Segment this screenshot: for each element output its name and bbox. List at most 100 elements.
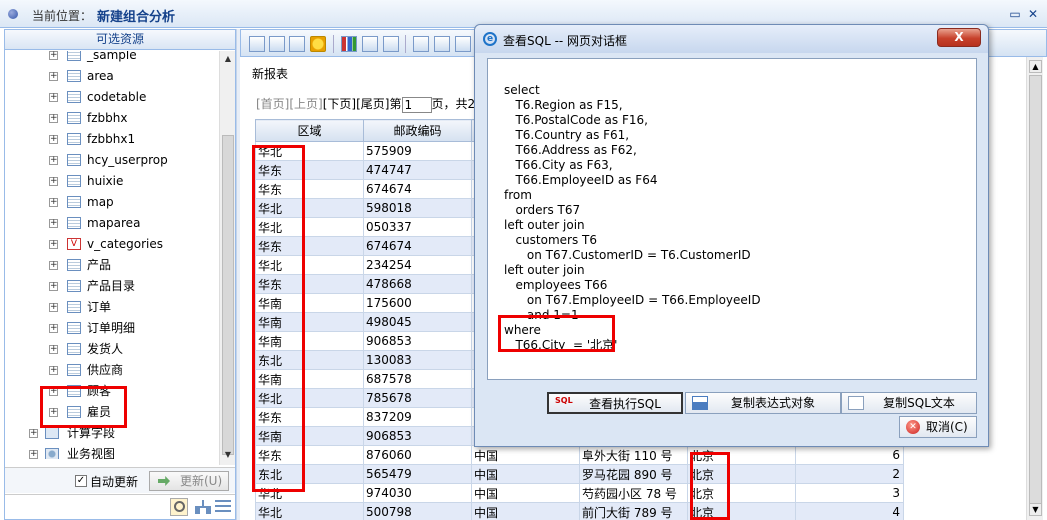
column-header[interactable]: 邮政编码 bbox=[363, 119, 472, 142]
table-cell: 974030 bbox=[363, 483, 472, 503]
scroll-thumb[interactable] bbox=[1029, 75, 1042, 505]
location-value: 新建组合分析 bbox=[97, 10, 176, 25]
sql-line: T66.EmployeeID as F64 bbox=[504, 173, 658, 187]
expand-icon[interactable]: + bbox=[49, 72, 58, 81]
sql-line: select bbox=[504, 83, 540, 97]
tree-view-icon[interactable] bbox=[195, 500, 211, 514]
tree-item-label: 业务视图 bbox=[67, 447, 116, 459]
tree-item[interactable]: + Vv_categories bbox=[5, 234, 219, 255]
scroll-thumb[interactable] bbox=[222, 135, 234, 455]
table-icon bbox=[67, 364, 81, 376]
scroll-down-icon[interactable]: ▼ bbox=[1029, 503, 1042, 516]
sql-icon[interactable] bbox=[455, 36, 471, 52]
view-executed-sql-label: 查看执行SQL bbox=[589, 397, 661, 411]
expand-icon[interactable]: + bbox=[49, 156, 58, 165]
last-page-link[interactable]: [尾页] bbox=[356, 97, 389, 111]
table-icon bbox=[67, 343, 81, 355]
left-footer: ✓ 自动更新 更新(U) bbox=[5, 467, 235, 493]
table-cell: 575909 bbox=[363, 141, 472, 161]
expand-icon[interactable]: + bbox=[49, 366, 58, 375]
expand-icon[interactable]: + bbox=[49, 282, 58, 291]
dialog-close-button[interactable]: X bbox=[937, 28, 981, 47]
expand-icon[interactable]: + bbox=[49, 324, 58, 333]
tree-item[interactable]: + 供应商 bbox=[5, 360, 219, 381]
table-row[interactable]: 东北 565479 中国 罗马花园 890 号北京 2 bbox=[255, 464, 904, 484]
tree-item[interactable]: + 产品目录 bbox=[5, 276, 219, 297]
scroll-down-icon[interactable]: ▼ bbox=[222, 449, 234, 461]
tree-item-label: fzbbhx bbox=[87, 111, 128, 125]
table-row[interactable]: 华东 876060 中国 阜外大街 110 号北京 6 bbox=[255, 445, 904, 465]
table-cell: 474747 bbox=[363, 160, 472, 180]
chart-icon[interactable] bbox=[341, 36, 357, 52]
page-prefix: 第 bbox=[389, 97, 402, 111]
column-header[interactable]: 区域 bbox=[255, 119, 364, 142]
tree-item[interactable]: + 订单明细 bbox=[5, 318, 219, 339]
auto-update-checkbox[interactable]: ✓ bbox=[75, 475, 87, 487]
tree-item[interactable]: + fzbbhx1 bbox=[5, 129, 219, 150]
expand-icon[interactable]: + bbox=[49, 303, 58, 312]
cancel-button[interactable]: ✕ 取消(C) bbox=[899, 416, 977, 438]
expand-icon[interactable]: + bbox=[29, 450, 38, 459]
table-cell: 234254 bbox=[363, 255, 472, 275]
tree-item[interactable]: + 订单 bbox=[5, 297, 219, 318]
settings-icon[interactable] bbox=[413, 36, 429, 52]
tree-item[interactable]: + area bbox=[5, 66, 219, 87]
table-icon bbox=[67, 196, 81, 208]
close-icon[interactable]: ✕ bbox=[1026, 7, 1040, 21]
next-page-link[interactable]: [下页] bbox=[323, 97, 356, 111]
tree-item[interactable]: + hcy_userprop bbox=[5, 150, 219, 171]
restore-icon[interactable]: ▭ bbox=[1008, 7, 1022, 21]
expand-icon[interactable]: + bbox=[49, 219, 58, 228]
fields-icon[interactable] bbox=[383, 36, 399, 52]
report-scrollbar[interactable]: ▲ ▼ bbox=[1026, 57, 1043, 520]
list-view-icon[interactable] bbox=[215, 500, 231, 514]
table-row[interactable]: 华北 974030 中国 芍药园小区 78 号北京 3 bbox=[255, 483, 904, 503]
calc-field-icon bbox=[45, 427, 59, 439]
view-executed-sql-button[interactable]: SQL 查看执行SQL bbox=[547, 392, 683, 414]
expand-icon[interactable]: + bbox=[49, 93, 58, 102]
favorite-icon[interactable] bbox=[310, 36, 326, 52]
copy-sql-text-button[interactable]: 复制SQL文本 bbox=[841, 392, 977, 414]
tree-item[interactable]: + codetable bbox=[5, 87, 219, 108]
search-icon[interactable] bbox=[170, 498, 188, 516]
expand-icon[interactable]: + bbox=[29, 429, 38, 438]
table-icon bbox=[67, 70, 81, 82]
save-as-icon[interactable] bbox=[289, 36, 305, 52]
scroll-up-icon[interactable]: ▲ bbox=[1029, 60, 1042, 73]
resource-tree-scrollbar[interactable]: ▲ ▼ bbox=[219, 51, 235, 465]
tree-item[interactable]: + 业务视图 bbox=[5, 444, 219, 459]
tree-item[interactable]: + fzbbhx bbox=[5, 108, 219, 129]
table-cell: 050337 bbox=[363, 217, 472, 237]
left-bottom-toolbar bbox=[5, 494, 235, 519]
copy-icon[interactable] bbox=[362, 36, 378, 52]
tree-item[interactable]: + maparea bbox=[5, 213, 219, 234]
tree-item[interactable]: + 产品 bbox=[5, 255, 219, 276]
expand-icon[interactable]: + bbox=[49, 345, 58, 354]
tree-item[interactable]: + 发货人 bbox=[5, 339, 219, 360]
tree-item-label: 发货人 bbox=[87, 342, 124, 356]
prev-page-link[interactable]: [上页] bbox=[289, 97, 322, 111]
tree-item[interactable]: + huixie bbox=[5, 171, 219, 192]
expand-icon[interactable]: + bbox=[49, 198, 58, 207]
table-icon bbox=[67, 51, 81, 61]
table-cell: 130083 bbox=[363, 350, 472, 370]
scroll-up-icon[interactable]: ▲ bbox=[222, 53, 234, 65]
expand-icon[interactable]: + bbox=[49, 240, 58, 249]
update-button[interactable]: 更新(U) bbox=[149, 471, 229, 491]
tree-item[interactable]: + _sample bbox=[5, 51, 219, 66]
page-number-input[interactable]: 1 bbox=[401, 96, 432, 113]
first-page-link[interactable]: [首页] bbox=[256, 97, 289, 111]
refresh-icon[interactable] bbox=[249, 36, 265, 52]
expand-icon[interactable]: + bbox=[49, 51, 58, 60]
copy-expression-button[interactable]: 复制表达式对象 bbox=[685, 392, 841, 414]
tree-item-label: map bbox=[87, 195, 114, 209]
sql-line: left outer join bbox=[504, 218, 585, 232]
expand-icon[interactable]: + bbox=[49, 114, 58, 123]
save-icon[interactable] bbox=[269, 36, 285, 52]
sum-icon[interactable] bbox=[434, 36, 450, 52]
tree-item[interactable]: + map bbox=[5, 192, 219, 213]
table-row[interactable]: 华北 500798 中国 前门大街 789 号北京 4 bbox=[255, 502, 904, 520]
expand-icon[interactable]: + bbox=[49, 135, 58, 144]
expand-icon[interactable]: + bbox=[49, 261, 58, 270]
expand-icon[interactable]: + bbox=[49, 177, 58, 186]
